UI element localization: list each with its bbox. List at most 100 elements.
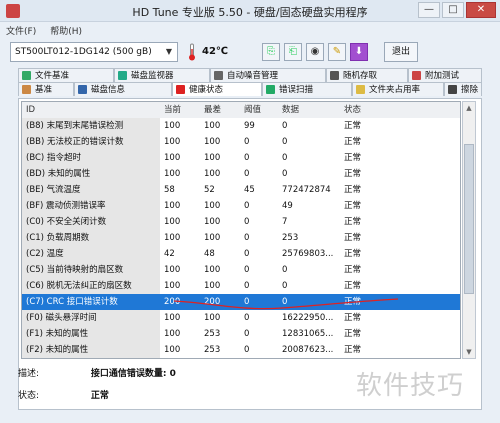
menu-file[interactable]: 文件(F) [6,24,36,37]
drive-select[interactable]: ST500LT012-1DG142 (500 gB) ▼ [10,42,178,62]
copy-all-icon[interactable]: ⎗ [284,43,302,61]
table-row[interactable]: (C0) 不安全关闭计数 100 100 0 7 正常 [22,214,460,230]
table-row[interactable]: (BD) 未知的属性 100 100 0 0 正常 [22,166,460,182]
description-label: 描述: [18,369,40,379]
status-label: 状态: [18,391,40,401]
cell-id: (F1) 未知的属性 [22,326,160,342]
menu-bar: 文件(F) 帮助(H) [0,22,500,38]
health-plus-icon [176,85,185,94]
table-row[interactable]: (BE) 气流温度 58 52 45 772472874 正常 [22,182,460,198]
col-header-id[interactable]: ID [22,102,160,118]
cell-threshold: 0 [244,265,250,275]
cell-id: (C5) 当前待映射的扇区数 [22,262,160,278]
col-header-worst[interactable]: 最差 [200,102,240,118]
scroll-up-icon[interactable]: ▲ [463,102,475,114]
tab-extra-tests[interactable]: 附加测试 [408,68,482,82]
cell-threshold: 0 [240,358,278,359]
close-button[interactable]: ✕ [466,2,496,18]
cell-status: 正常 [344,345,362,355]
cell-data: 0 [278,358,340,359]
cell-threshold: 99 [244,121,255,131]
table-row[interactable]: (BF) 震动侦测错误率 100 100 0 49 正常 [22,198,460,214]
table-row[interactable]: (C1) 负载周期数 100 100 0 253 正常 [22,230,460,246]
cell-data: 7 [282,217,288,227]
cell-threshold: 0 [244,201,250,211]
tab-health[interactable]: 健康状态 [172,82,262,96]
table-row[interactable]: (F2) 未知的属性 100 253 0 20087623... 正常 [22,342,460,358]
cell-worst: 52 [204,185,215,195]
disk-monitor-icon [118,71,127,80]
cell-current: 100 [164,169,181,179]
cell-worst: 100 [204,233,221,243]
cell-current: 58 [164,185,175,195]
status-value: 正常 [90,391,109,401]
tab-random-access[interactable]: 随机存取 [326,68,408,82]
cell-status: 正常 [340,358,461,359]
tab-erase[interactable]: 擦除 [444,82,482,96]
table-row[interactable]: (F1) 未知的属性 100 253 0 12831065... 正常 [22,326,460,342]
cell-worst: 253 [204,345,221,355]
drive-select-value: ST500LT012-1DG142 (500 gB) [15,47,152,57]
cell-status: 正常 [344,137,362,147]
cell-threshold: 0 [244,249,250,259]
cell-data: 25769803... [282,249,334,259]
cell-current: 100 [164,345,181,355]
cell-threshold: 45 [244,185,255,195]
cell-worst: 100 [204,137,221,147]
tab-disk-monitor[interactable]: 磁盘监视器 [114,68,210,82]
cell-current: 100 [164,137,181,147]
cell-status: 正常 [344,153,362,163]
table-scrollbar[interactable]: ▲ ▼ [462,101,476,359]
table-row[interactable]: (BB) 无法校正的错误计数 100 100 0 0 正常 [22,134,460,150]
cell-id: (C7) CRC 接口错误计数 [22,294,160,310]
table-row[interactable]: (BC) 指令超时 100 100 0 0 正常 [22,150,460,166]
exit-button[interactable]: 退出 [384,42,418,62]
health-panel: ID 当前 最差 阈值 数据 状态 (B8) 末尾到末尾错误检测 100 100 99… [18,98,482,410]
scroll-down-icon[interactable]: ▼ [463,346,475,358]
cell-id: (F2) 未知的属性 [22,342,160,358]
copy-icon[interactable]: ⎘ [262,43,280,61]
temperature-value: 42℃ [202,46,229,57]
tab-error-scan[interactable]: 错误扫描 [262,82,352,96]
cell-data: 49 [282,201,293,211]
table-row[interactable]: (B8) 末尾到末尾错误检测 100 100 99 0 正常 [22,118,460,134]
cell-current: 100 [164,201,181,211]
menu-help[interactable]: 帮助(H) [50,24,82,37]
download-icon[interactable]: ⬇ [350,43,368,61]
benchmark-icon [22,85,31,94]
cell-status: 正常 [344,233,362,243]
scroll-thumb[interactable] [464,144,474,294]
table-row[interactable]: (FE) 未知的属性10010000正常 [22,358,461,359]
cell-threshold: 0 [244,137,250,147]
cell-threshold: 0 [244,233,250,243]
cell-current: 42 [164,249,175,259]
cell-worst: 100 [204,201,221,211]
cell-data: 0 [282,137,288,147]
cell-current: 100 [164,233,181,243]
cell-data: 0 [282,265,288,275]
col-header-status[interactable]: 状态 [340,102,460,118]
title-bar: HD Tune 专业版 5.50 - 硬盘/固态硬盘实用程序 — □ ✕ [0,0,500,22]
thermometer-icon [189,43,195,61]
col-header-data[interactable]: 数据 [278,102,340,118]
options-icon[interactable]: ✎ [328,43,346,61]
table-row[interactable]: (C2) 温度 42 48 0 25769803... 正常 [22,246,460,262]
file-benchmark-icon [22,71,31,80]
tab-noise-management[interactable]: 自动噪音管理 [210,68,326,82]
cell-id: (C6) 脱机无法纠正的扇区数 [22,278,160,294]
cell-threshold: 0 [244,345,250,355]
camera-icon[interactable]: ◉ [306,43,324,61]
tab-folder-usage[interactable]: 文件夹占用率 [352,82,444,96]
table-row[interactable]: (C5) 当前待映射的扇区数 100 100 0 0 正常 [22,262,460,278]
maximize-button[interactable]: □ [442,2,464,18]
cell-data: 20087623... [282,345,334,355]
tab-benchmark[interactable]: 基准 [18,82,74,96]
tab-disk-info[interactable]: 磁盘信息 [74,82,172,96]
speaker-icon [214,71,223,80]
minimize-button[interactable]: — [418,2,440,18]
col-header-threshold[interactable]: 阈值 [240,102,278,118]
cell-status: 正常 [344,249,362,259]
cell-worst: 100 [204,265,221,275]
col-header-current[interactable]: 当前 [160,102,200,118]
tab-file-benchmark[interactable]: 文件基准 [18,68,114,82]
